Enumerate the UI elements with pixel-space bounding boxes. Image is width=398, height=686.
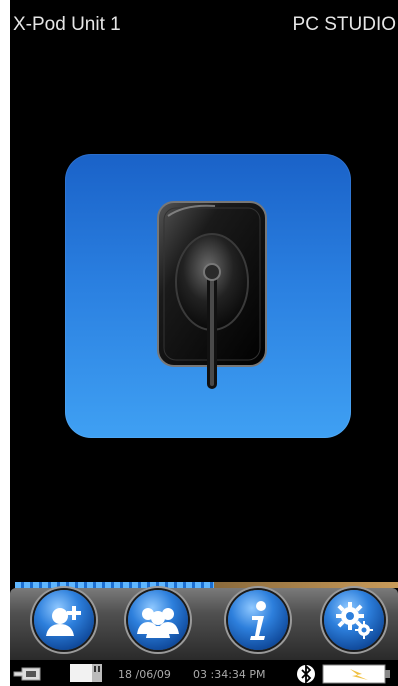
usb-icon bbox=[13, 667, 41, 681]
memory-card-icon bbox=[70, 664, 102, 682]
dock-bar bbox=[10, 588, 398, 660]
bluetooth-icon bbox=[297, 664, 315, 684]
patients-button[interactable] bbox=[128, 590, 188, 650]
settings-button[interactable] bbox=[324, 590, 384, 650]
add-patient-button[interactable] bbox=[34, 590, 94, 650]
info-button[interactable] bbox=[228, 590, 288, 650]
patients-icon bbox=[137, 608, 179, 638]
status-time: 03 :34:34 PM bbox=[193, 668, 266, 681]
add-patient-icon bbox=[46, 606, 81, 636]
mode-label: PC STUDIO bbox=[292, 14, 396, 35]
status-date: 18 /06/09 bbox=[118, 668, 171, 681]
status-bar: 18 /06/09 03 :34:34 PM bbox=[10, 660, 398, 686]
device-name: X-Pod Unit 1 bbox=[13, 14, 121, 35]
device-screen: X-Pod Unit 1 PC STUDIO 18 /06/09 03:34:… bbox=[10, 0, 398, 686]
dental-sensor-icon bbox=[157, 201, 267, 389]
settings-icon bbox=[336, 602, 373, 639]
sensor-tile-button[interactable] bbox=[65, 154, 351, 438]
battery-charging-icon bbox=[322, 664, 390, 684]
info-icon bbox=[250, 601, 266, 640]
